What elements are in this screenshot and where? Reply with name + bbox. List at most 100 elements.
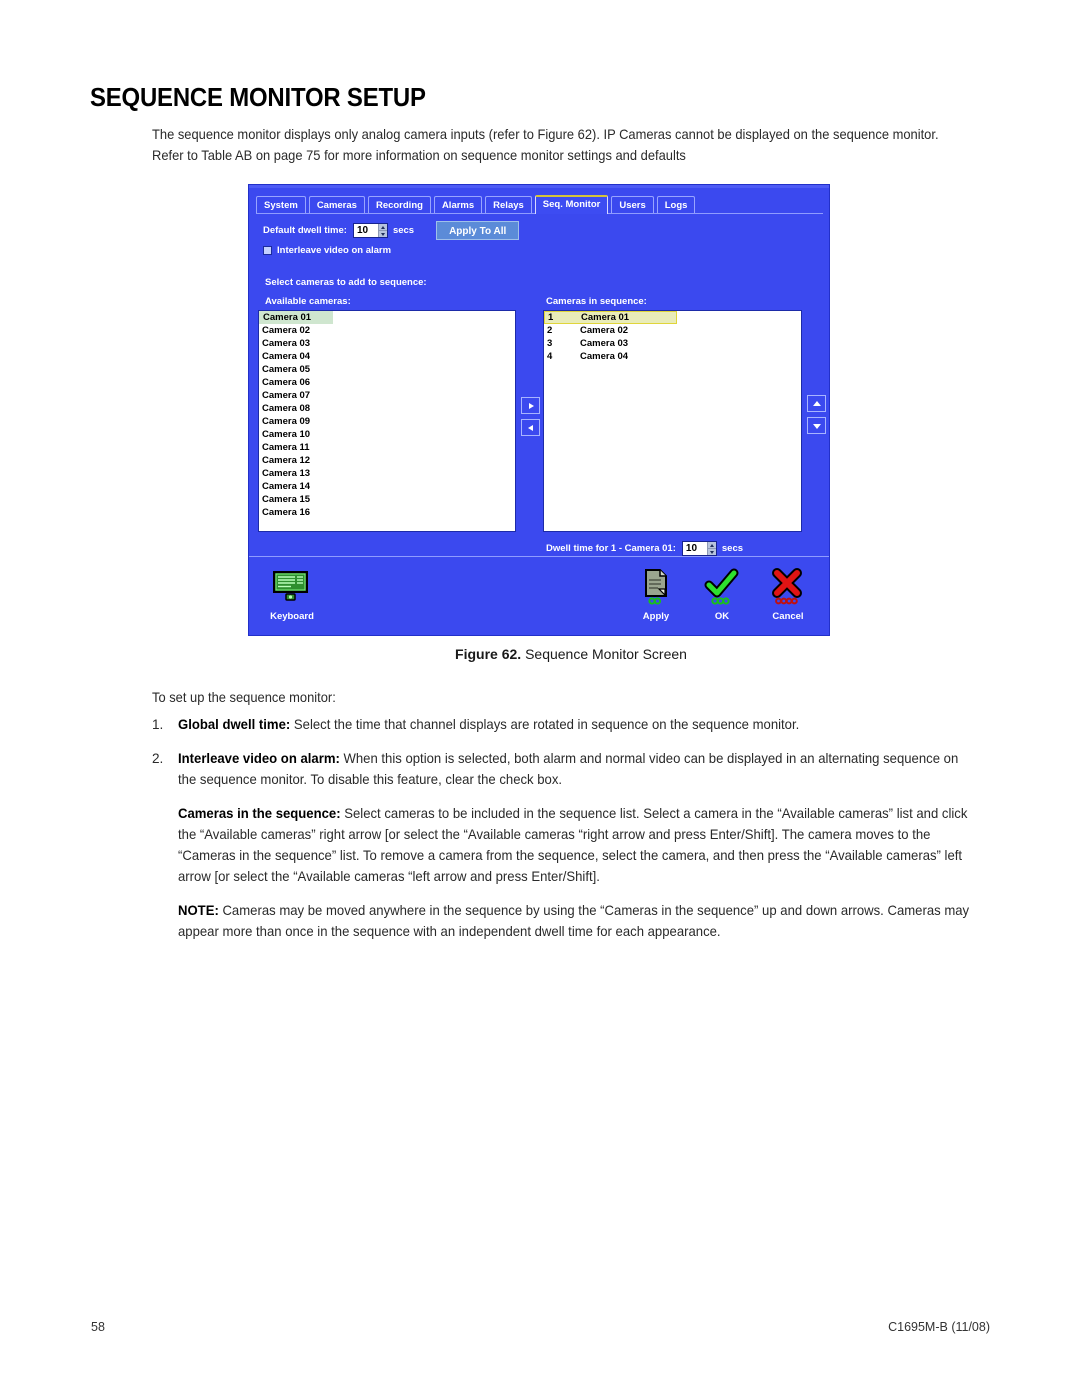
move-right-button[interactable] [521, 397, 540, 414]
list-item[interactable]: Camera 11 [259, 441, 515, 454]
spinner-up-icon[interactable] [378, 224, 387, 231]
list-item[interactable]: Camera 13 [259, 467, 515, 480]
keyboard-label: Keyboard [270, 611, 314, 622]
bottom-toolbar: Keyboard Apply OK Cancel [249, 556, 829, 635]
item-dwell-spinner-arrows[interactable] [706, 542, 716, 555]
list-item[interactable]: 3 Camera 03 [544, 337, 801, 350]
list-item[interactable]: Camera 07 [259, 389, 515, 402]
tab-cameras[interactable]: Cameras [308, 196, 365, 213]
tab-seq-monitor[interactable]: Seq. Monitor [534, 195, 609, 214]
cameras-in-sequence-paragraph: Cameras in the sequence: Select cameras … [178, 803, 989, 887]
apply-label: Apply [642, 611, 670, 622]
note-text: Cameras may be moved anywhere in the seq… [178, 903, 970, 939]
cameras-in-sequence-list[interactable]: 1 Camera 01 2 Camera 02 3 Camera 03 4 Camera 04 [543, 310, 802, 532]
setup-steps: 1. Global dwell time: Select the time th… [152, 714, 992, 955]
note-label: NOTE: [178, 903, 219, 918]
list-item: 2. Interleave video on alarm: When this … [152, 748, 992, 790]
list-item-index: 3 [547, 338, 553, 349]
close-x-icon [753, 567, 823, 607]
step-body: Global dwell time: Select the time that … [178, 714, 964, 735]
move-left-button[interactable] [521, 419, 540, 436]
list-item[interactable]: Camera 10 [259, 428, 515, 441]
list-item-label: Camera 02 [580, 325, 629, 336]
step-body: Interleave video on alarm: When this opt… [178, 748, 964, 790]
apply-document-icon [621, 567, 691, 607]
keyboard-button[interactable]: Keyboard [257, 567, 327, 622]
step-number: 1. [152, 717, 164, 732]
list-item[interactable]: Camera 09 [259, 415, 515, 428]
item-dwell-stepper[interactable]: 10 [681, 541, 717, 556]
list-item[interactable]: Camera 01 [259, 311, 333, 324]
setup-lead-in: To set up the sequence monitor: [152, 690, 336, 705]
list-item[interactable]: Camera 08 [259, 402, 515, 415]
list-item[interactable]: Camera 03 [259, 337, 515, 350]
tab-alarms[interactable]: Alarms [433, 196, 483, 213]
tab-system[interactable]: System [256, 196, 306, 213]
default-dwell-value[interactable]: 10 [353, 223, 378, 237]
document-page: SEQUENCE MONITOR SETUP The sequence moni… [0, 0, 1080, 1397]
interleave-row[interactable]: Interleave video on alarm [263, 245, 391, 256]
note-paragraph: NOTE: Cameras may be moved anywhere in t… [178, 900, 989, 942]
list-item: 1. Global dwell time: Select the time th… [152, 714, 992, 735]
paragraph-label: Cameras in the sequence: [178, 806, 341, 821]
list-item[interactable]: Camera 06 [259, 376, 515, 389]
list-item[interactable]: Camera 15 [259, 493, 515, 506]
available-cameras-list[interactable]: Camera 01 Camera 02 Camera 03 Camera 04 Came… [258, 310, 516, 532]
keyboard-icon [257, 567, 327, 607]
list-item[interactable]: Camera 02 [259, 324, 515, 337]
page-title: SEQUENCE MONITOR SETUP [90, 82, 426, 112]
reorder-button-group [807, 395, 826, 434]
item-dwell-label: Dwell time for 1 - Camera 01: [546, 543, 676, 554]
move-up-button[interactable] [807, 395, 826, 412]
item-dwell-value[interactable]: 10 [682, 542, 707, 555]
item-dwell-units: secs [721, 543, 744, 554]
sequence-monitor-screenshot: System Cameras Recording Alarms Relays S… [248, 184, 830, 636]
list-item[interactable]: 4 Camera 04 [544, 350, 801, 363]
step-text: Select the time that channel displays ar… [290, 717, 800, 732]
default-dwell-row: Default dwell time: 10 secs Apply To All [263, 220, 520, 240]
list-item-label: Camera 03 [580, 338, 629, 349]
tab-logs[interactable]: Logs [656, 196, 696, 213]
tab-recording[interactable]: Recording [367, 196, 431, 213]
spinner-down-icon[interactable] [708, 549, 716, 555]
interleave-label: Interleave video on alarm [277, 245, 392, 256]
move-down-button[interactable] [807, 417, 826, 434]
ok-button[interactable]: OK [687, 567, 757, 622]
default-dwell-spinner-arrows[interactable] [377, 223, 387, 237]
figure-caption-text: Sequence Monitor Screen [525, 646, 687, 662]
list-item-index: 2 [547, 325, 553, 336]
list-item-label: Camera 04 [580, 351, 629, 362]
default-dwell-label: Default dwell time: [263, 224, 347, 236]
list-item[interactable]: Camera 16 [259, 506, 515, 519]
available-cameras-header: Available cameras: [265, 296, 351, 307]
tab-relays[interactable]: Relays [485, 196, 532, 213]
list-item[interactable]: 2 Camera 02 [544, 324, 801, 337]
list-item[interactable]: Camera 14 [259, 480, 515, 493]
transfer-button-group [521, 397, 540, 436]
spinner-up-icon[interactable] [707, 542, 716, 549]
list-item-index: 4 [547, 351, 553, 362]
apply-to-all-button[interactable]: Apply To All [436, 220, 520, 240]
cancel-button[interactable]: Cancel [753, 567, 823, 622]
tab-bar: System Cameras Recording Alarms Relays S… [256, 194, 823, 214]
step-label: Global dwell time: [178, 717, 291, 732]
list-item[interactable]: Camera 04 [259, 350, 515, 363]
list-item-label: Camera 01 [581, 312, 630, 323]
cancel-label: Cancel [772, 611, 804, 622]
figure-caption-label: Figure 62. [455, 646, 522, 662]
cameras-in-sequence-header: Cameras in sequence: [546, 296, 647, 307]
tab-users[interactable]: Users [611, 196, 654, 213]
apply-button[interactable]: Apply [621, 567, 691, 622]
list-item[interactable]: Camera 05 [259, 363, 515, 376]
interleave-checkbox[interactable] [263, 246, 272, 255]
document-id: C1695M-B (11/08) [888, 1320, 990, 1334]
spinner-down-icon[interactable] [379, 231, 387, 237]
default-dwell-units: secs [392, 224, 415, 236]
step-label: Interleave video on alarm: [178, 751, 340, 766]
default-dwell-stepper[interactable]: 10 [352, 222, 388, 238]
list-item[interactable]: Camera 12 [259, 454, 515, 467]
window-top-stripe [249, 185, 829, 188]
list-item[interactable]: 1 Camera 01 [544, 311, 677, 324]
select-cameras-header: Select cameras to add to sequence: [265, 277, 427, 288]
list-item-index: 1 [548, 312, 554, 323]
